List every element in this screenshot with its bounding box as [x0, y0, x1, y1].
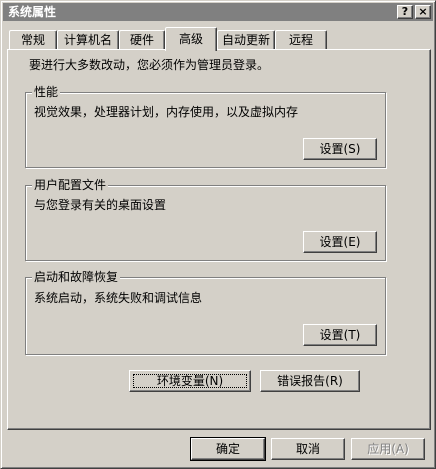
cancel-button[interactable]: 取消	[271, 438, 345, 460]
startup-recovery-settings-button[interactable]: 设置(T)	[303, 324, 377, 346]
tab-advanced[interactable]: 高级	[165, 27, 217, 51]
performance-settings-button[interactable]: 设置(S)	[303, 138, 377, 160]
tab-computer-name[interactable]: 计算机名	[57, 30, 119, 50]
cancel-button-label: 取消	[295, 442, 320, 456]
startup-recovery-group: 启动和故障恢复 系统启动，系统失败和调试信息 设置(T)	[25, 270, 386, 355]
error-reporting-button[interactable]: 错误报告(R)	[260, 370, 360, 392]
close-button[interactable]: ×	[415, 5, 431, 19]
ok-button[interactable]: 确定	[190, 437, 266, 461]
advanced-tab-panel: 要进行大多数改动，您必须作为管理员登录。 性能 视觉效果，处理器计划，内存使用，…	[7, 49, 431, 430]
startup-recovery-settings-label: 设置(T)	[319, 328, 361, 342]
system-properties-window: 系统属性 ? × 常规 计算机名 硬件 高级 自动更新 远程 要进行大多数改动，…	[0, 0, 436, 469]
user-profiles-settings-label: 设置(E)	[319, 235, 361, 249]
startup-recovery-group-title: 启动和故障恢复	[32, 270, 121, 284]
user-profiles-description: 与您登录有关的桌面设置	[34, 198, 167, 212]
admin-notice-text: 要进行大多数改动，您必须作为管理员登录。	[29, 58, 270, 72]
user-profiles-group-title: 用户配置文件	[32, 178, 109, 192]
user-profiles-group: 用户配置文件 与您登录有关的桌面设置 设置(E)	[25, 178, 386, 261]
tab-hardware[interactable]: 硬件	[119, 30, 165, 50]
ok-button-label: 确定	[215, 442, 240, 456]
performance-settings-label: 设置(S)	[319, 142, 361, 156]
user-profiles-settings-button[interactable]: 设置(E)	[303, 231, 377, 253]
startup-recovery-description: 系统启动，系统失败和调试信息	[34, 291, 203, 305]
performance-description: 视觉效果，处理器计划，内存使用，以及虚拟内存	[34, 105, 299, 119]
tab-remote[interactable]: 远程	[275, 30, 327, 50]
tab-general[interactable]: 常规	[9, 30, 57, 50]
help-button[interactable]: ?	[397, 5, 413, 19]
environment-variables-label: 环境变量(N)	[156, 374, 224, 388]
environment-variables-button[interactable]: 环境变量(N)	[129, 370, 251, 392]
performance-group: 性能 视觉效果，处理器计划，内存使用，以及虚拟内存 设置(S)	[25, 85, 386, 168]
apply-button-label: 应用(A)	[367, 442, 409, 456]
error-reporting-label: 错误报告(R)	[277, 374, 343, 388]
window-title: 系统属性	[8, 5, 57, 19]
performance-group-title: 性能	[32, 85, 61, 99]
apply-button[interactable]: 应用(A)	[351, 438, 425, 460]
title-bar[interactable]: 系统属性 ? ×	[3, 3, 433, 21]
tab-automatic-updates[interactable]: 自动更新	[217, 30, 275, 50]
